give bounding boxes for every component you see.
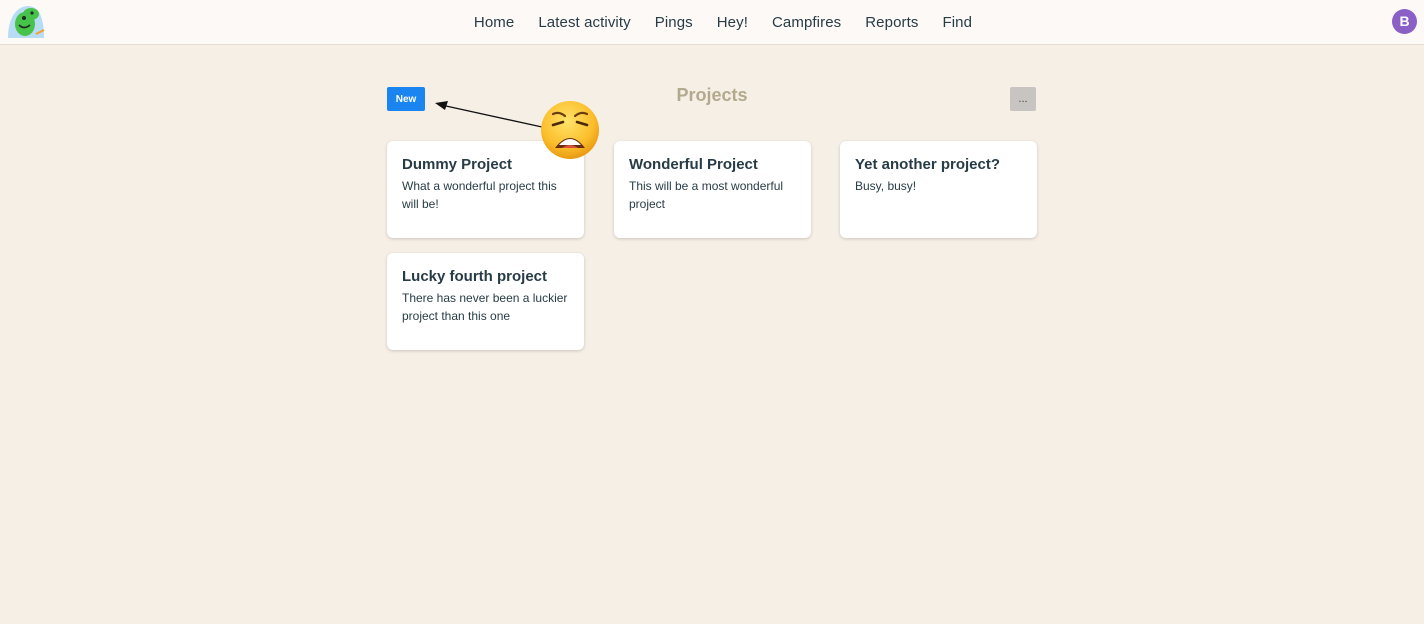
project-name: Yet another project?	[855, 156, 1001, 173]
nav-hey[interactable]: Hey!	[717, 14, 748, 31]
top-navigation-bar: Home Latest activity Pings Hey! Campfire…	[0, 0, 1424, 45]
main-nav: Home Latest activity Pings Hey! Campfire…	[0, 0, 1424, 44]
nav-campfires[interactable]: Campfires	[772, 14, 841, 31]
project-description: What a wonderful project this will be!	[402, 179, 557, 211]
project-card-lucky-fourth[interactable]: Lucky fourth project There has never bee…	[387, 253, 584, 350]
nav-latest-activity[interactable]: Latest activity	[538, 14, 630, 31]
avatar[interactable]: B	[1392, 9, 1417, 34]
nav-reports[interactable]: Reports	[865, 14, 918, 31]
project-description: This will be a most wonderful project	[629, 179, 784, 211]
more-options-button[interactable]: ...	[1010, 87, 1036, 111]
weary-face-icon	[541, 101, 599, 159]
nav-find[interactable]: Find	[942, 14, 972, 31]
project-description: There has never been a luckier project t…	[402, 291, 568, 323]
project-card-wonderful[interactable]: Wonderful Project This will be a most wo…	[614, 141, 811, 238]
project-name: Wonderful Project	[629, 156, 758, 173]
nav-pings[interactable]: Pings	[655, 14, 693, 31]
nav-home[interactable]: Home	[474, 14, 514, 31]
page-title: Projects	[676, 85, 748, 105]
new-project-button[interactable]: New	[387, 87, 425, 111]
project-description: Busy, busy!	[855, 179, 917, 193]
project-card-yet-another[interactable]: Yet another project? Busy, busy!	[840, 141, 1037, 238]
project-name: Lucky fourth project	[402, 268, 548, 285]
